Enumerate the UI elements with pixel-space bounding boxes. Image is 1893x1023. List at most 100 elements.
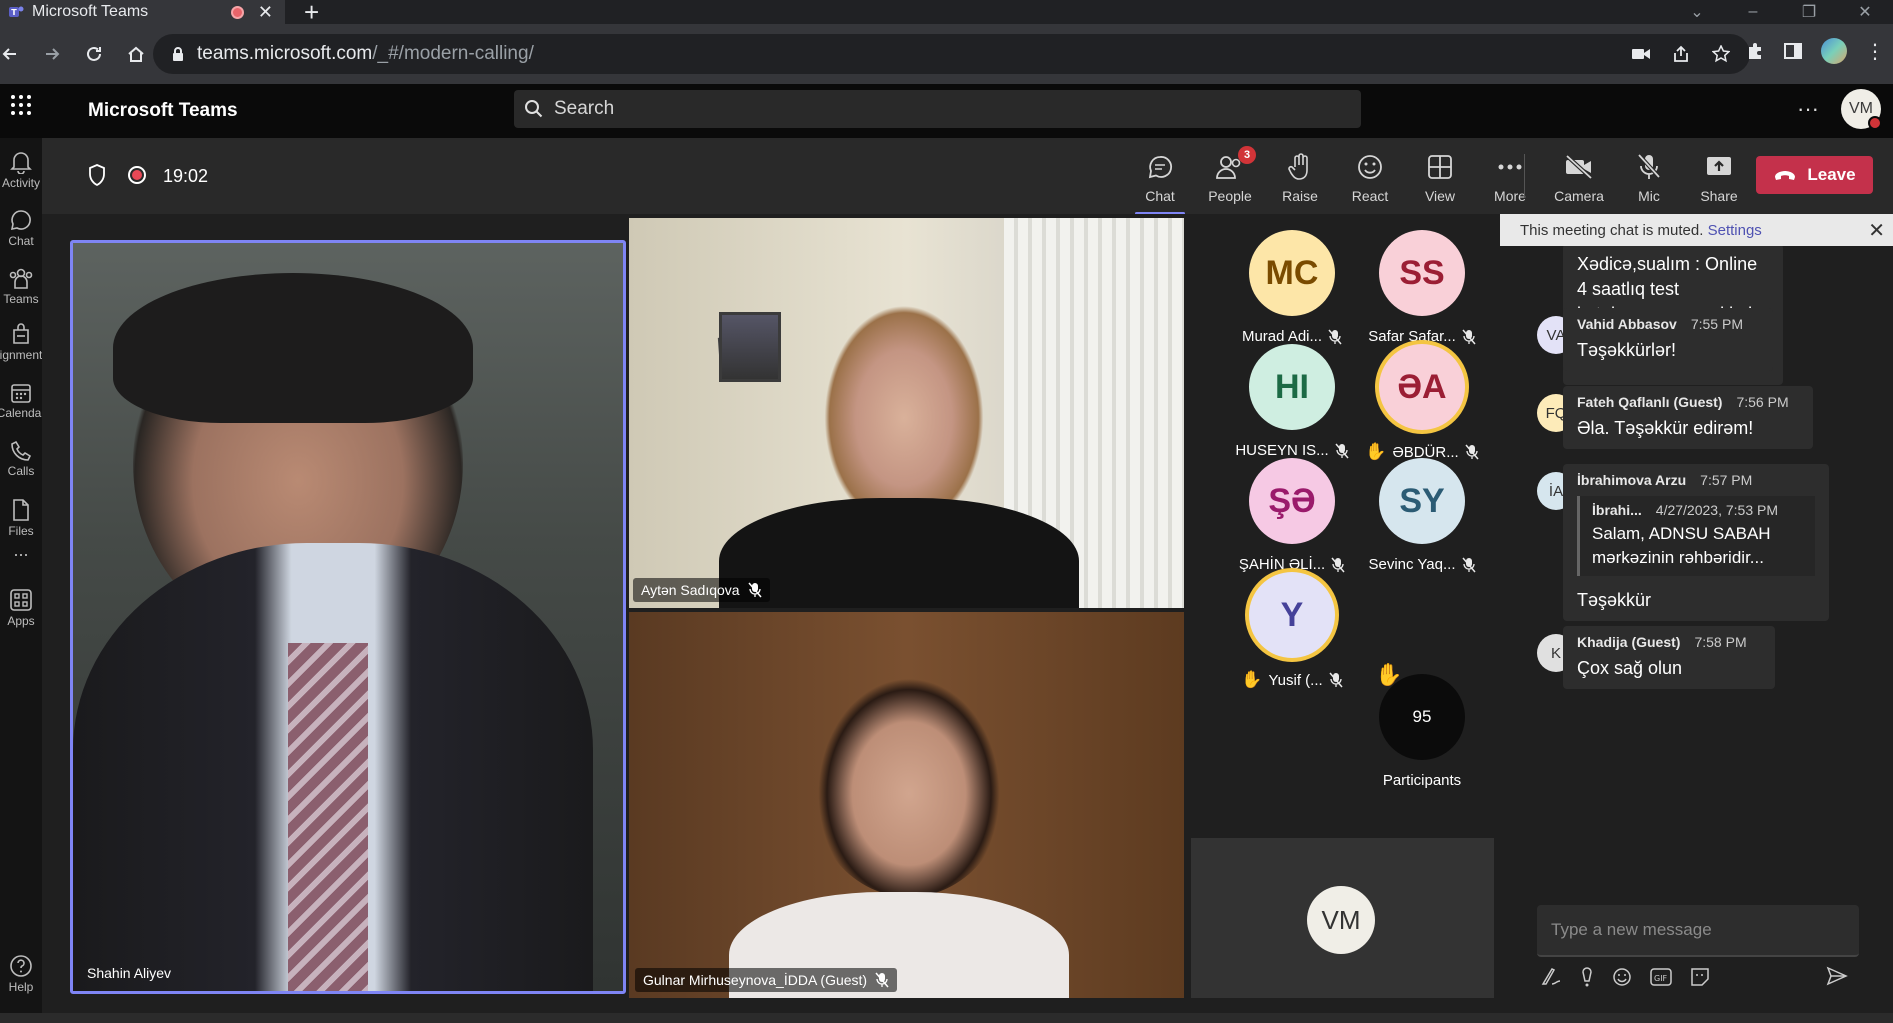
quote-text: Salam, ADNSU SABAH mərkəzinin rəhbəridir… [1592,524,1771,567]
raise-label: Raise [1282,188,1318,204]
chat-label: Chat [1145,188,1175,204]
video-tile-bottom[interactable]: Gulnar Mirhuseynova_İDDA (Guest) [629,612,1184,998]
close-banner-icon[interactable]: ✕ [1868,218,1885,243]
app-launcher-icon[interactable] [10,94,32,116]
bell-icon [10,152,32,174]
compose-placeholder: Type a new message [1551,920,1712,939]
rail-item-apps[interactable]: Apps [0,588,42,628]
home-icon[interactable] [120,38,152,70]
video-name-label: Shahin Aliyev [79,961,179,985]
rail-item-activity[interactable]: Activity [0,150,42,190]
view-label: View [1424,188,1456,204]
browser-tab[interactable]: T Microsoft Teams ✕ [0,0,285,24]
view-button[interactable]: View [1407,152,1473,204]
os-taskbar [0,1013,1893,1023]
close-window-icon[interactable]: ✕ [1837,2,1893,22]
forward-icon[interactable] [36,38,68,70]
video-name-label: Aytən Sadıqova [633,578,770,602]
rail-item-assignments[interactable]: signments [0,322,48,362]
compose-message-input[interactable]: Type a new message [1537,905,1859,957]
people-button[interactable]: 3 People [1197,146,1263,204]
gif-icon[interactable]: GIF [1650,968,1672,986]
rail-item-calendar[interactable]: Calendar [0,382,45,420]
rail-item-more[interactable]: ... [0,540,42,561]
emoji-icon[interactable] [1612,967,1632,987]
mic-muted-icon [875,972,889,988]
url-text: teams.microsoft.com/_#/modern-calling/ [197,43,534,65]
participant-tile[interactable]: Y ✋ Yusif (... [1227,560,1357,690]
format-icon[interactable] [1540,966,1562,988]
camera-toggle-button[interactable]: Camera [1546,152,1612,204]
meeting-toolbar: 19:02 Chat 3 People Raise React View Mor… [42,138,1893,215]
participant-avatar: HI [1249,344,1335,430]
leave-button[interactable]: Leave [1756,156,1873,194]
participant-tile[interactable]: ŞƏ ŞAHİN ƏLİ... [1227,446,1357,576]
side-panel-icon[interactable] [1783,41,1803,61]
search-input[interactable]: Search [514,90,1361,128]
back-icon[interactable] [0,38,26,70]
react-button[interactable]: React [1337,152,1403,204]
participant-tile[interactable]: SS Safar Safar... [1357,218,1487,348]
browser-menu-icon[interactable]: ⋮ [1865,39,1885,64]
rail-item-teams[interactable]: Teams [0,266,42,306]
phone-icon [11,440,32,461]
camera-in-use-icon[interactable] [1632,47,1650,61]
calendar-icon [11,384,31,403]
rail-item-files[interactable]: Files [0,498,42,538]
video-tile-main[interactable]: Shahin Aliyev [70,240,626,994]
participant-tile[interactable]: ƏA ✋ ƏBDÜR... [1357,332,1487,462]
teams-icon [9,268,33,289]
address-bar[interactable]: teams.microsoft.com/_#/modern-calling/ [153,34,1750,74]
participant-name: Shahin Aliyev [87,965,172,981]
mic-status [1461,557,1476,573]
close-tab-icon[interactable]: ✕ [258,2,273,23]
send-icon[interactable] [1826,966,1848,986]
settings-more-icon[interactable]: ··· [1797,96,1819,122]
settings-link[interactable]: Settings [1708,222,1762,239]
mic-toggle-button[interactable]: Mic [1616,152,1682,204]
mic-muted-icon [1461,557,1476,572]
people-label: People [1208,188,1252,204]
participant-avatar: MC [1249,230,1335,316]
chat-message: Fateh Qaflanlı (Guest) 7:56 PM Əla. Təşək… [1563,386,1813,449]
rail-item-calls[interactable]: Calls [0,440,42,478]
participant-tile[interactable]: SY Sevinc Yaq... [1357,446,1487,576]
rail-label: Chat [8,234,34,248]
restore-icon[interactable]: ❐ [1781,2,1837,22]
svg-text:GIF: GIF [1654,974,1668,983]
share-screen-button[interactable]: Share [1686,152,1752,204]
lock-icon [173,47,183,61]
video-tile-top[interactable]: Aytən Sadıqova [629,218,1184,608]
teams-logo-icon: T [9,6,24,17]
tab-search-icon[interactable]: ⌄ [1669,2,1725,22]
participant-overflow-tile[interactable]: ✋ 95 Participants [1357,662,1487,792]
participant-avatar: SY [1379,458,1465,544]
extension-area: ⋮ [1745,38,1885,64]
rail-item-chat[interactable]: Chat [0,208,42,248]
reload-icon[interactable] [78,38,110,70]
quoted-reply[interactable]: İbrahi... 4/27/2023, 7:53 PM Salam, ADNSU… [1577,496,1815,576]
rail-label: Help [8,980,34,994]
assignments-icon [13,323,29,344]
participant-name-row: Sevinc Yaq... [1357,556,1487,573]
participant-avatar: SS [1379,230,1465,316]
self-video-tile[interactable]: VM [1191,838,1494,998]
profile-avatar[interactable] [1821,38,1847,64]
participant-video-figure [113,273,473,423]
chat-muted-banner: This meeting chat is muted. Settings ✕ [1500,214,1893,246]
participant-name-row: ✋ Yusif (... [1227,670,1357,690]
share-page-icon[interactable] [1672,45,1690,63]
chat-toggle-button[interactable]: Chat [1127,152,1193,215]
rail-item-help[interactable]: Help [0,954,42,994]
more-actions-button[interactable]: More [1477,152,1543,204]
sticker-icon[interactable] [1690,967,1710,987]
compose-toolbar: GIF [1540,966,1860,988]
participant-tile[interactable]: HI HUSEYN IS... [1227,332,1357,462]
minimize-icon[interactable]: – [1725,3,1781,21]
raise-hand-button[interactable]: Raise [1267,152,1333,204]
important-icon[interactable] [1580,966,1594,988]
shield-icon[interactable] [88,164,106,186]
extensions-puzzle-icon[interactable] [1745,41,1765,61]
participant-tile[interactable]: MC Murad Adi... [1227,218,1357,348]
bookmark-star-icon[interactable] [1712,45,1730,63]
